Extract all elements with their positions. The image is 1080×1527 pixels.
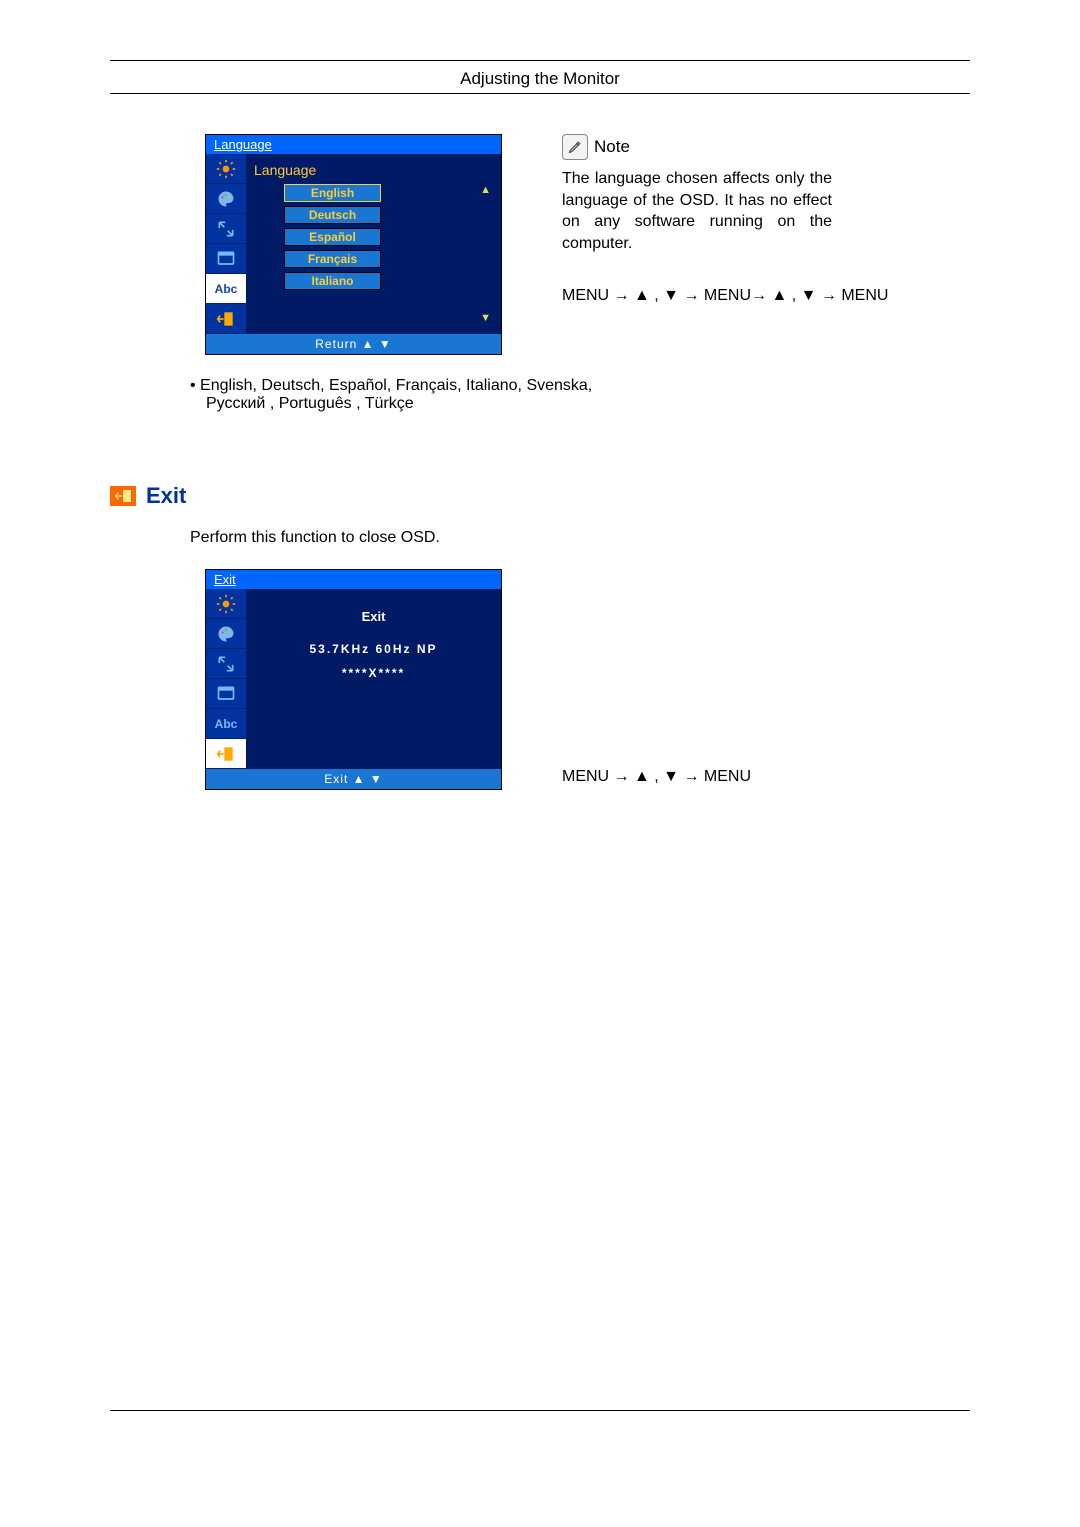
exit-icon — [215, 743, 237, 765]
size-icon — [215, 653, 237, 675]
lang-option-francais[interactable]: Français — [284, 250, 381, 268]
sun-icon — [215, 593, 237, 615]
osd-tab-brightness[interactable] — [206, 154, 246, 184]
osd-tab-osd[interactable] — [206, 244, 246, 274]
osd-tab-image[interactable] — [206, 214, 246, 244]
exit-icon — [215, 308, 237, 330]
osd-title: Language — [206, 135, 501, 154]
palette-icon — [215, 623, 237, 645]
size-icon — [215, 218, 237, 240]
scroll-down-icon[interactable]: ▼ — [480, 312, 491, 324]
osd-exit-info: 53.7KHz 60Hz NP — [250, 642, 497, 656]
exit-heading: Exit — [110, 483, 970, 509]
lang-all-line1: • English, Deutsch, Español, Français, I… — [190, 377, 970, 395]
osd-exit: Exit — [205, 569, 502, 790]
nav-sequence-language: MENU → ▲ , ▼ → MENU→ ▲ , ▼ → MENU — [562, 284, 888, 308]
nav-sequence-exit: MENU → ▲ , ▼ → MENU — [562, 768, 751, 786]
osd-exit-footer: Exit ▲ ▼ — [206, 769, 501, 789]
running-head: Adjusting the Monitor — [110, 61, 970, 94]
note-label: Note — [594, 137, 630, 157]
sun-icon — [215, 158, 237, 180]
osd-exit-stars: ****X**** — [250, 666, 497, 680]
osd-tab-strip-2: Abc — [206, 589, 246, 769]
lang-all-line2: Русский , Português , Türkçe — [206, 395, 970, 413]
lang-option-english[interactable]: English — [284, 184, 381, 202]
lang-option-italiano[interactable]: Italiano — [284, 272, 381, 290]
exit-heading-label: Exit — [146, 483, 186, 509]
abc-icon: Abc — [215, 278, 237, 300]
scroll-up-icon[interactable]: ▲ — [480, 184, 491, 196]
osd-tab-exit-2[interactable] — [206, 739, 246, 769]
note-column: Note The language chosen affects only th… — [562, 134, 888, 308]
palette-icon — [215, 188, 237, 210]
osd-language: Language — [205, 134, 502, 355]
osd-tab-brightness-2[interactable] — [206, 589, 246, 619]
note-text: The language chosen affects only the lan… — [562, 168, 832, 254]
osd-tab-color-2[interactable] — [206, 619, 246, 649]
osd-footer: Return ▲ ▼ — [206, 334, 501, 354]
osd-exit-label: Exit — [250, 609, 497, 624]
abc-icon: Abc — [215, 713, 237, 735]
osd-tab-strip: Abc — [206, 154, 246, 334]
osd-content: Language ▲ English Deutsch Español Franç… — [246, 154, 501, 334]
lang-option-deutsch[interactable]: Deutsch — [284, 206, 381, 224]
exit-description: Perform this function to close OSD. — [190, 529, 970, 547]
lang-option-espanol[interactable]: Español — [284, 228, 381, 246]
osd-exit-title: Exit — [206, 570, 501, 589]
window-icon — [215, 683, 237, 705]
osd-subtitle: Language — [254, 162, 493, 178]
window-icon — [215, 248, 237, 270]
language-list-all: • English, Deutsch, Español, Français, I… — [190, 377, 970, 413]
osd-exit-content: Exit 53.7KHz 60Hz NP ****X**** — [246, 589, 501, 769]
osd-tab-color[interactable] — [206, 184, 246, 214]
osd-tab-image-2[interactable] — [206, 649, 246, 679]
osd-tab-language[interactable]: Abc — [206, 274, 246, 304]
osd-tab-osd-2[interactable] — [206, 679, 246, 709]
exit-heading-icon — [110, 486, 136, 506]
note-icon — [562, 134, 588, 160]
osd-tab-language-2[interactable]: Abc — [206, 709, 246, 739]
osd-tab-exit[interactable] — [206, 304, 246, 334]
